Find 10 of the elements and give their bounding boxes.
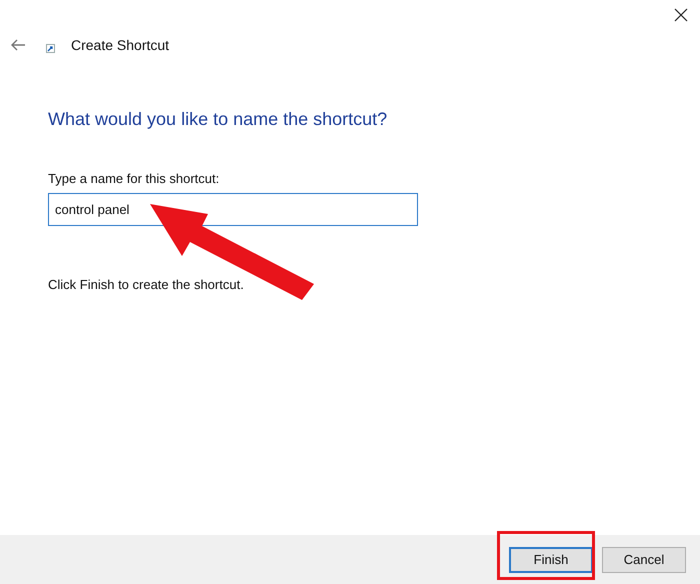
close-icon[interactable] [674,8,688,22]
shortcut-icon [46,44,55,52]
name-input-field[interactable]: control panel [48,192,418,226]
field-label: Type a name for this shortcut: [48,170,220,188]
window-title: Create Shortcut [71,36,170,54]
dialog-button[interactable]: Cancel [602,546,686,572]
page-heading: What would you like to name the shortcut? [48,108,388,131]
instruction-text: Click Finish to create the shortcut. [48,276,245,294]
dialog-button[interactable]: Finish [509,546,593,572]
back-arrow-icon[interactable] [10,39,26,51]
